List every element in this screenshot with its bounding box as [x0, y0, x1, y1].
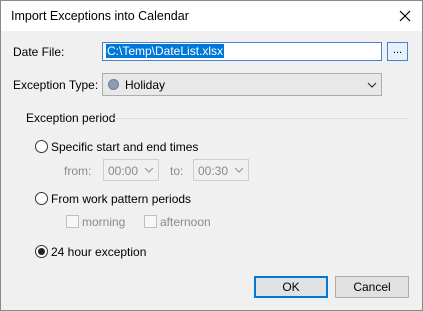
to-label: to:: [170, 164, 184, 178]
to-time-value: 00:30: [198, 164, 229, 178]
to-time-select[interactable]: 00:30: [193, 159, 249, 181]
title-bar: Import Exceptions into Calendar: [1, 1, 422, 31]
work-pattern-radio[interactable]: [35, 192, 48, 205]
specific-times-label: Specific start and end times: [51, 140, 199, 154]
morning-checkbox[interactable]: [66, 215, 79, 228]
date-file-label: Date File:: [13, 45, 65, 59]
close-icon: [399, 10, 411, 22]
import-exceptions-dialog: Import Exceptions into Calendar Date Fil…: [0, 0, 423, 311]
ok-button[interactable]: OK: [254, 276, 328, 298]
exception-type-label: Exception Type:: [13, 78, 99, 92]
specific-times-radio[interactable]: [35, 140, 48, 153]
full-day-radio[interactable]: [35, 245, 48, 258]
exception-type-value: Holiday: [125, 78, 166, 92]
exception-period-group-label: Exception period: [26, 111, 116, 125]
chevron-down-icon: [234, 167, 244, 173]
date-file-value: C:\Temp\DateList.xlsx: [106, 44, 225, 58]
close-button[interactable]: [393, 5, 417, 27]
group-divider: [113, 118, 409, 119]
from-time-value: 00:00: [108, 164, 139, 178]
browse-button[interactable]: ...: [387, 42, 408, 61]
from-time-select[interactable]: 00:00: [103, 159, 159, 181]
exception-type-select[interactable]: Holiday: [102, 73, 382, 96]
dialog-title: Import Exceptions into Calendar: [11, 9, 189, 23]
cancel-button[interactable]: Cancel: [335, 276, 409, 298]
morning-label: morning: [82, 215, 126, 229]
afternoon-checkbox[interactable]: [144, 215, 157, 228]
full-day-label: 24 hour exception: [51, 245, 147, 259]
date-file-input[interactable]: C:\Temp\DateList.xlsx: [102, 42, 382, 61]
afternoon-label: afternoon: [160, 215, 211, 229]
chevron-down-icon: [367, 82, 377, 88]
chevron-down-icon: [144, 167, 154, 173]
from-label: from:: [64, 164, 92, 178]
work-pattern-label: From work pattern periods: [51, 192, 192, 206]
holiday-icon: [108, 79, 119, 90]
